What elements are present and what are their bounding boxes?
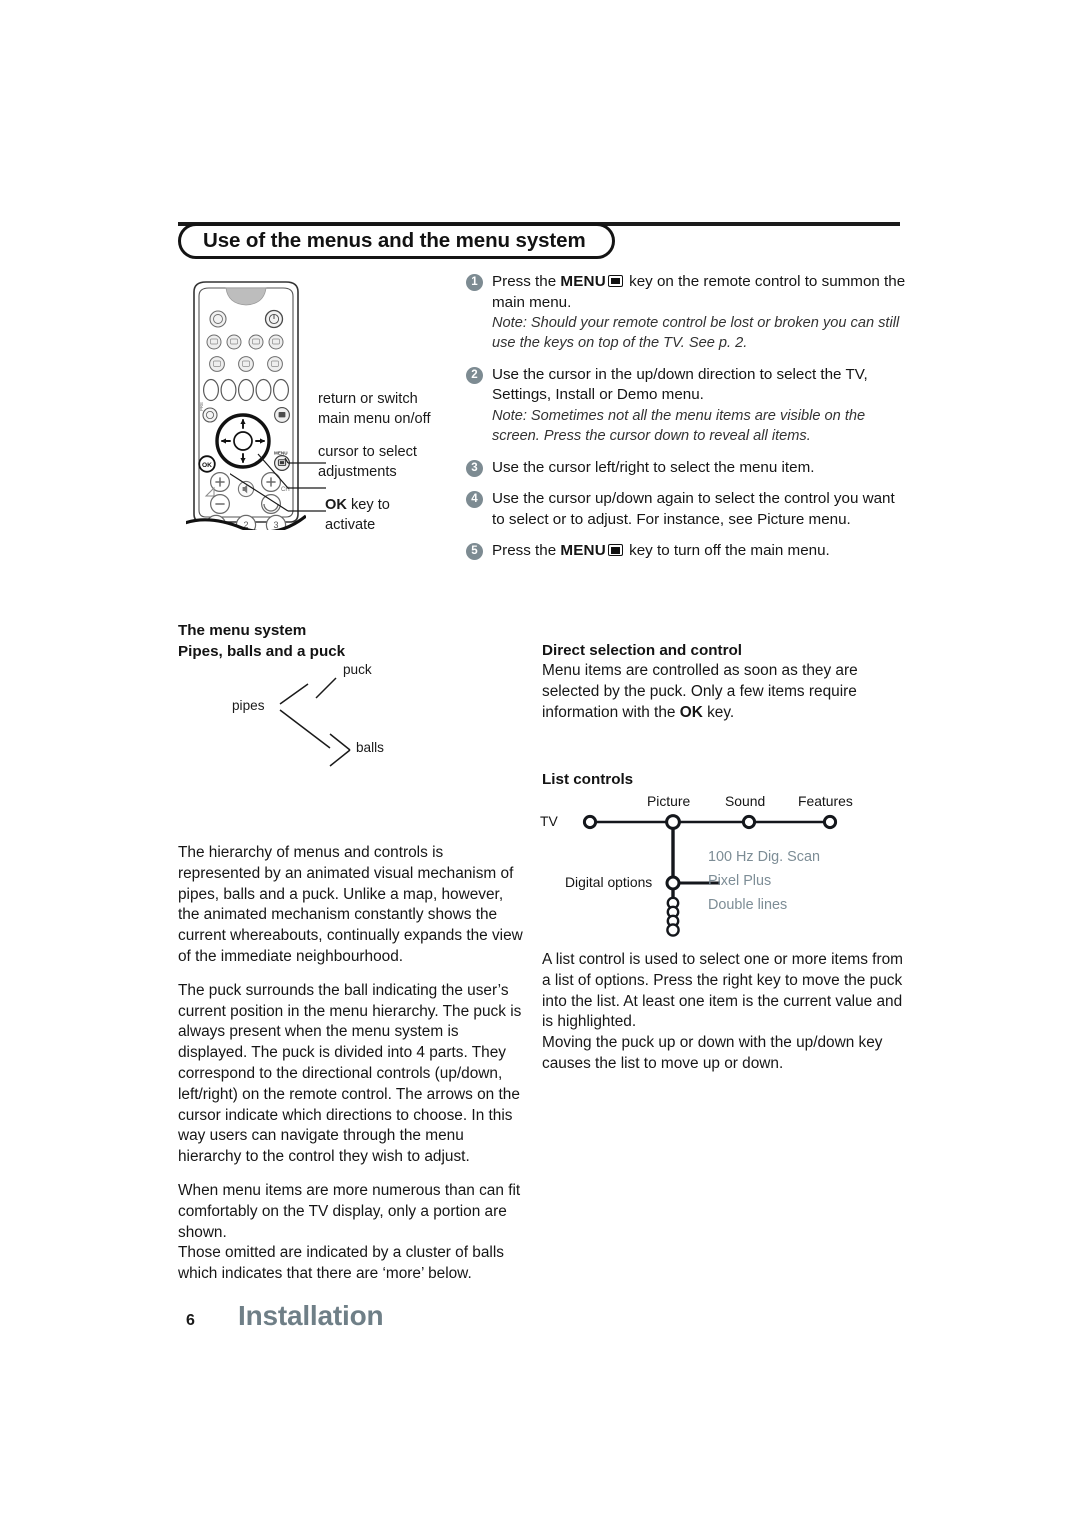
ok-key-name: OK	[325, 497, 347, 513]
remote-label-ok: OK key to activate	[325, 497, 390, 533]
right-paragraph-1: A list control is used to select one or …	[542, 951, 903, 1031]
svg-text:PRE: PRE	[199, 402, 204, 411]
ok-key-label: OK	[679, 703, 703, 721]
menu-square-icon	[607, 544, 623, 557]
menu-system-heading: The menu system	[178, 622, 307, 639]
step-1-text: Press the MENU key on the remote control…	[492, 273, 906, 311]
document-page: Use of the menus and the menu system PRE…	[0, 0, 1080, 1528]
direct-selection-section: Direct selection and control Menu items …	[542, 640, 910, 723]
step-5: 5 Press the MENU key to turn off the mai…	[466, 541, 910, 562]
step-2-text: Use the cursor in the up/down direction …	[492, 365, 868, 404]
step-2: 2 Use the cursor in the up/down directio…	[466, 365, 910, 447]
left-paragraph-3: When menu items are more numerous than c…	[178, 1181, 521, 1241]
pipes-diagram-svg	[279, 677, 351, 767]
step-number-badge: 3	[466, 459, 483, 477]
remote-annotation-labels: return or switch main menu on/off cursor…	[318, 390, 468, 535]
step-number-badge: 4	[466, 491, 483, 509]
step-5-text: Press the MENU key to turn off the main …	[492, 542, 830, 560]
svg-text:3: 3	[273, 520, 278, 530]
node-features	[822, 814, 838, 830]
svg-text:MENU: MENU	[274, 451, 288, 456]
chapter-title: Installation	[238, 1300, 384, 1331]
step-2-note: Note: Sometimes not all the menu items a…	[492, 407, 866, 444]
list-controls-diagram: TV Picture Sound Features Digital option…	[540, 790, 912, 940]
page-number: 6	[186, 1312, 195, 1329]
pipes-balls-puck-heading: Pipes, balls and a puck	[178, 643, 346, 660]
menu-system-headings: The menu system Pipes, balls and a puck	[178, 620, 538, 662]
remote-control-svg: PRE MENU OK CH 2 3	[181, 281, 307, 536]
node-sound	[741, 814, 757, 830]
direct-selection-heading: Direct selection and control	[542, 642, 743, 659]
step-3-text: Use the cursor left/right to select the …	[492, 458, 815, 476]
node-picture	[665, 814, 681, 830]
node-digital-options	[665, 875, 681, 891]
step-1-note: Note: Should your remote control be lost…	[492, 315, 900, 351]
svg-text:CH: CH	[281, 487, 290, 493]
pipes-balls-puck-diagram: puck pipes balls	[232, 662, 540, 774]
diagram-label-puck: puck	[343, 662, 372, 677]
step-1: 1 Press the MENU key on the remote contr…	[466, 272, 910, 354]
list-label-tv: TV	[540, 813, 558, 829]
diagram-label-balls: balls	[356, 740, 384, 755]
left-paragraph-2: The puck surrounds the ball indicating t…	[178, 981, 522, 1166]
step-4: 4 Use the cursor up/down again to select…	[466, 489, 910, 530]
remote-control-illustration: PRE MENU OK CH 2 3	[181, 278, 307, 536]
menu-key-label: MENU	[560, 273, 606, 290]
left-column-body: The hierarchy of menus and controls is r…	[178, 843, 526, 1285]
svg-text:OK: OK	[202, 462, 212, 469]
list-controls-heading-wrap: List controls	[542, 769, 910, 790]
list-label-sound: Sound	[725, 793, 766, 809]
list-label-picture: Picture	[647, 793, 691, 809]
step-number-badge: 5	[466, 543, 483, 561]
page-title-pill: Use of the menus and the menu system	[178, 223, 615, 259]
left-paragraph-1: The hierarchy of menus and controls is r…	[178, 844, 523, 965]
step-number-badge: 1	[466, 274, 483, 291]
page-title: Use of the menus and the menu system	[203, 229, 586, 252]
remote-label-menu: return or switch main menu on/off	[318, 391, 431, 427]
remote-label-cursor: cursor to select adjustments	[318, 444, 417, 480]
diagram-label-pipes: pipes	[232, 698, 265, 713]
ok-label-rest: key to	[346, 497, 390, 513]
list-label-digital-options: Digital options	[565, 874, 653, 890]
left-paragraph-4: Those omitted are indicated by a cluster…	[178, 1244, 504, 1283]
list-option-2[interactable]: Double lines	[708, 897, 787, 913]
list-option-1[interactable]: Pixel Plus	[708, 873, 771, 889]
right-paragraph-2: Moving the puck up or down with the up/d…	[542, 1034, 883, 1072]
page-footer: 6 Installation	[186, 1300, 384, 1332]
steps-list: 1 Press the MENU key on the remote contr…	[466, 272, 910, 562]
step-4-text: Use the cursor up/down again to select t…	[492, 490, 895, 528]
right-column-body: A list control is used to select one or …	[542, 950, 910, 1075]
list-label-features: Features	[798, 793, 853, 809]
menu-square-icon	[607, 275, 623, 287]
menu-key-label: MENU	[560, 542, 606, 560]
list-controls-heading: List controls	[542, 771, 634, 788]
list-option-0[interactable]: 100 Hz Dig. Scan	[708, 849, 820, 865]
step-number-badge: 2	[466, 366, 483, 384]
step-3: 3 Use the cursor left/right to select th…	[466, 458, 910, 479]
direct-selection-text: Menu items are controlled as soon as the…	[542, 662, 858, 721]
list-controls-svg	[582, 814, 838, 937]
node-tv	[582, 814, 598, 830]
